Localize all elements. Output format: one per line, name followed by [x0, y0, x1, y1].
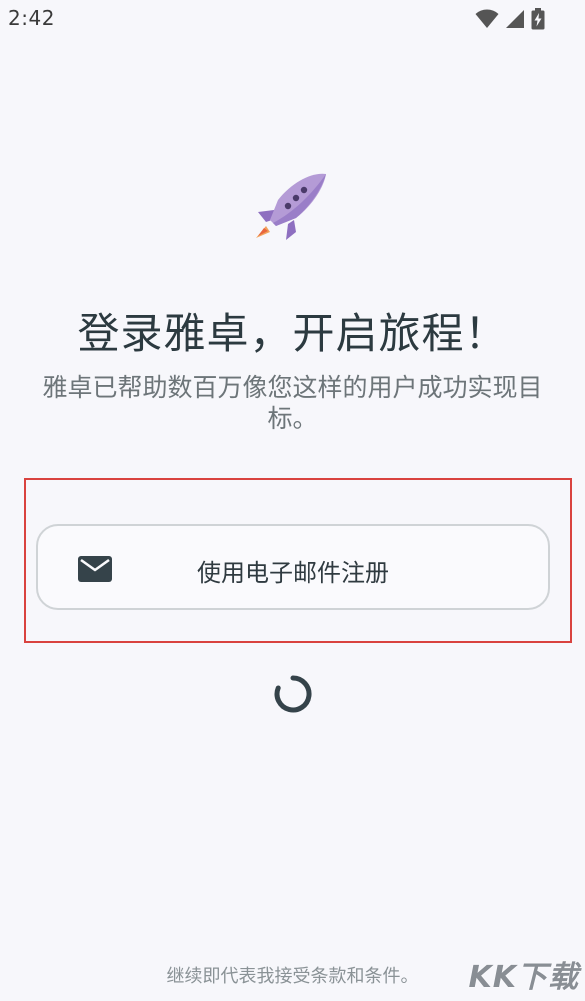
cellular-signal-icon	[506, 10, 524, 28]
email-signup-button[interactable]: 使用电子邮件注册	[36, 524, 550, 610]
loading-spinner-icon	[274, 675, 312, 713]
page-subtitle: 雅卓已帮助数百万像您这样的用户成功实现目标。	[42, 373, 543, 433]
wifi-icon	[475, 9, 499, 28]
rocket-icon	[256, 173, 326, 240]
status-icons	[475, 8, 545, 30]
email-signup-label: 使用电子邮件注册	[197, 559, 389, 587]
page-title: 登录雅卓，开启旅程！	[77, 309, 508, 358]
status-time: 2:42	[8, 6, 55, 30]
battery-charging-icon	[531, 8, 545, 30]
status-bar: 2:42	[0, 0, 585, 40]
watermark-logo: KK下载	[468, 960, 579, 995]
